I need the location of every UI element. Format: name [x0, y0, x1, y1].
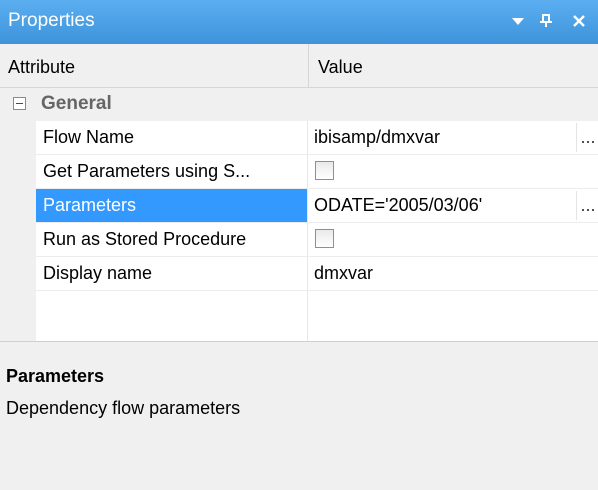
- category-row-general[interactable]: General: [0, 88, 598, 121]
- property-row-parameters[interactable]: Parameters ODATE='2005/03/06' ...: [36, 189, 598, 223]
- category-label: General: [41, 93, 112, 114]
- property-name[interactable]: Display name: [36, 257, 307, 290]
- property-value[interactable]: dmxvar: [310, 257, 580, 290]
- property-name[interactable]: Flow Name: [36, 121, 307, 154]
- description-pane: Parameters Dependency flow parameters: [0, 341, 598, 490]
- property-value[interactable]: ibisamp/dmxvar: [310, 121, 580, 154]
- value-column-header[interactable]: Value: [318, 57, 363, 78]
- down-triangle-icon: [512, 18, 524, 25]
- properties-panel: Properties Attribute Value General Flow …: [0, 0, 598, 490]
- collapse-minus-icon[interactable]: [13, 97, 26, 110]
- attribute-column-header[interactable]: Attribute: [8, 57, 75, 78]
- close-button[interactable]: [568, 8, 590, 34]
- property-name[interactable]: Parameters: [36, 189, 307, 222]
- column-header-row: Attribute Value: [0, 44, 598, 88]
- get-parameters-checkbox[interactable]: [315, 161, 334, 180]
- column-divider[interactable]: [308, 44, 309, 87]
- property-value[interactable]: ODATE='2005/03/06': [310, 189, 580, 222]
- panel-title: Properties: [8, 10, 95, 31]
- pin-button[interactable]: [535, 8, 557, 34]
- property-row-display-name[interactable]: Display name dmxvar: [36, 257, 598, 291]
- ellipsis-button[interactable]: ...: [576, 123, 598, 152]
- grid-left-margin: [0, 88, 36, 341]
- help-title: Parameters: [6, 366, 105, 386]
- stored-procedure-checkbox[interactable]: [315, 229, 334, 248]
- window-menu-button[interactable]: [507, 8, 529, 34]
- ellipsis-button[interactable]: ...: [576, 191, 598, 220]
- property-row-flow-name[interactable]: Flow Name ibisamp/dmxvar ...: [36, 121, 598, 155]
- close-icon: [573, 15, 585, 27]
- property-row-run-as-stored-procedure[interactable]: Run as Stored Procedure: [36, 223, 598, 257]
- property-grid: General Flow Name ibisamp/dmxvar ... Get…: [0, 88, 598, 341]
- property-name[interactable]: Get Parameters using S...: [36, 155, 307, 188]
- property-name[interactable]: Run as Stored Procedure: [36, 223, 307, 256]
- property-row-get-parameters[interactable]: Get Parameters using S...: [36, 155, 598, 189]
- pin-icon: [540, 14, 552, 27]
- title-bar[interactable]: Properties: [0, 0, 598, 44]
- help-description: Dependency flow parameters: [6, 398, 241, 418]
